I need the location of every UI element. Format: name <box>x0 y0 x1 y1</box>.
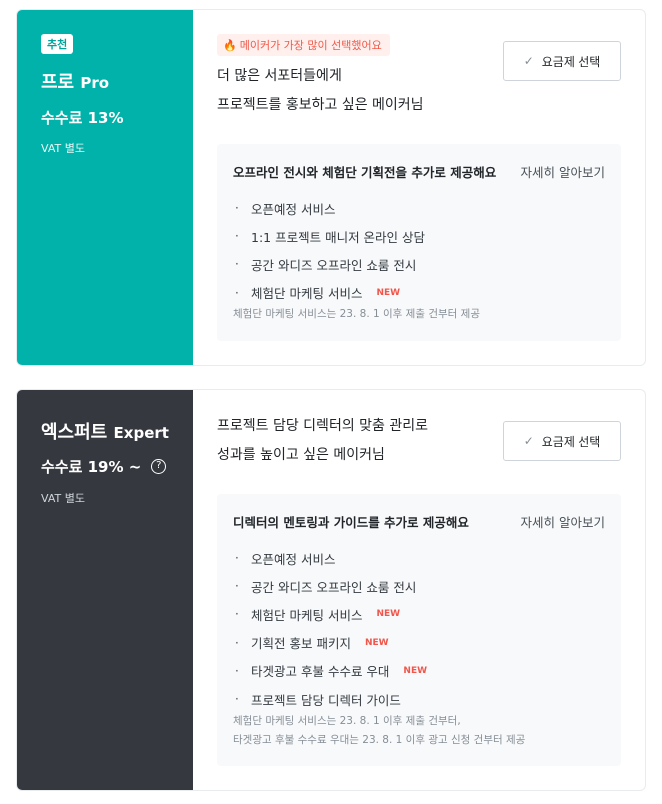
benefit-text: 체험단 마케팅 서비스 <box>251 286 363 302</box>
plan-fee: 수수료 19% ~ ? <box>41 456 167 477</box>
plan-description-line: 성과를 높이고 싶은 메이커님 <box>217 447 385 463</box>
footnote-line: 체험단 마케팅 서비스는 23. 8. 1 이후 제출 건부터, <box>233 715 461 727</box>
vat-note: VAT 별도 <box>41 142 85 155</box>
plan-description: 더 많은 서포터들에게 프로젝트를 홍보하고 싶은 메이커님 <box>217 62 424 120</box>
plan-name-en: Pro <box>80 74 110 92</box>
footnote-line: 체험단 마케팅 서비스는 23. 8. 1 이후 제출 건부터 제공 <box>233 308 480 320</box>
benefit-footnote: 체험단 마케팅 서비스는 23. 8. 1 이후 제출 건부터 제공 <box>233 305 605 324</box>
benefit-footnote: 체험단 마케팅 서비스는 23. 8. 1 이후 제출 건부터, 타겟광고 후불… <box>233 712 605 750</box>
bullet-dot-icon: · <box>235 551 239 566</box>
plan-title: 프로 Pro <box>41 68 109 94</box>
plan-card-expert: 엑스퍼트 Expert 수수료 19% ~ ? VAT 별도 프로젝트 담당 디… <box>16 389 646 791</box>
plan-description-line: 더 많은 서포터들에게 <box>217 68 342 84</box>
benefit-box-header: 디렉터의 멘토링과 가이드를 추가로 제공해요 자세히 알아보기 <box>233 512 605 531</box>
plan-card-pro: 추천 프로 Pro 수수료 13% VAT 별도 🔥 메이커가 가장 많이 선택… <box>16 9 646 366</box>
benefit-item: · 오픈예정 서비스 <box>233 544 605 572</box>
popular-badge-text: 메이커가 가장 많이 선택했어요 <box>239 39 382 52</box>
bullet-dot-icon: · <box>235 579 239 594</box>
plan-main: 프로젝트 담당 디렉터의 맞춤 관리로 성과를 높이고 싶은 메이커님 ✓ 요금… <box>193 390 645 790</box>
plan-name-en: Expert <box>113 424 169 442</box>
check-icon: ✓ <box>523 54 534 68</box>
benefit-box: 오프라인 전시와 체험단 기획전을 추가로 제공해요 자세히 알아보기 · 오픈예… <box>217 144 621 341</box>
bullet-dot-icon: · <box>235 692 239 707</box>
benefit-list: · 오픈예정 서비스 · 1:1 프로젝트 매니저 온라인 상담 · 공간 와디즈 오… <box>233 194 605 307</box>
new-tag: NEW <box>376 287 401 298</box>
benefit-text: 오픈예정 서비스 <box>251 201 336 217</box>
benefit-box-title: 오프라인 전시와 체험단 기획전을 추가로 제공해요 <box>233 165 497 180</box>
plan-title: 엑스퍼트 Expert <box>41 418 169 444</box>
popular-badge: 🔥 메이커가 가장 많이 선택했어요 <box>217 34 390 56</box>
bullet-dot-icon: · <box>235 229 239 244</box>
plan-fee: 수수료 13% <box>41 107 124 128</box>
bullet-dot-icon: · <box>235 257 239 272</box>
plan-fee-text: 수수료 13% <box>41 109 124 127</box>
benefit-text: 1:1 프로젝트 매니저 온라인 상담 <box>251 229 426 245</box>
benefit-item: · 타겟광고 후불 수수료 우대 NEW <box>233 657 605 685</box>
benefit-item: · 오픈예정 서비스 <box>233 194 605 222</box>
benefit-item: · 공간 와디즈 오프라인 쇼룸 전시 <box>233 572 605 600</box>
plan-sidebar: 엑스퍼트 Expert 수수료 19% ~ ? VAT 별도 <box>17 390 193 790</box>
plan-description: 프로젝트 담당 디렉터의 맞춤 관리로 성과를 높이고 싶은 메이커님 <box>217 412 428 470</box>
learn-more-link[interactable]: 자세히 알아보기 <box>521 162 605 181</box>
plan-description-line: 프로젝트를 홍보하고 싶은 메이커님 <box>217 97 424 113</box>
select-plan-label: 요금제 선택 <box>541 434 601 449</box>
footnote-line: 타겟광고 후불 수수료 우대는 23. 8. 1 이후 광고 신청 건부터 제공 <box>233 734 526 746</box>
bullet-dot-icon: · <box>235 201 239 216</box>
plan-name-ko: 프로 <box>41 72 75 93</box>
plan-description-line: 프로젝트 담당 디렉터의 맞춤 관리로 <box>217 418 428 434</box>
benefit-text: 체험단 마케팅 서비스 <box>251 607 363 623</box>
new-tag: NEW <box>403 665 428 676</box>
plan-main: 🔥 메이커가 가장 많이 선택했어요 더 많은 서포터들에게 프로젝트를 홍보하… <box>193 10 645 365</box>
benefit-box-header: 오프라인 전시와 체험단 기획전을 추가로 제공해요 자세히 알아보기 <box>233 162 605 181</box>
new-tag: NEW <box>364 637 389 648</box>
benefit-box: 디렉터의 멘토링과 가이드를 추가로 제공해요 자세히 알아보기 · 오픈예정 서… <box>217 494 621 766</box>
benefit-text: 타겟광고 후불 수수료 우대 <box>251 664 390 680</box>
check-icon: ✓ <box>523 434 534 448</box>
benefit-item: · 공간 와디즈 오프라인 쇼룸 전시 <box>233 250 605 278</box>
benefit-text: 오픈예정 서비스 <box>251 551 336 567</box>
learn-more-link[interactable]: 자세히 알아보기 <box>521 512 605 531</box>
benefit-text: 기획전 홍보 패키지 <box>251 636 351 652</box>
plan-name-ko: 엑스퍼트 <box>41 422 108 443</box>
benefit-item: · 기획전 홍보 패키지 NEW <box>233 629 605 657</box>
new-tag: NEW <box>376 609 401 620</box>
benefit-item: · 1:1 프로젝트 매니저 온라인 상담 <box>233 222 605 250</box>
fire-icon: 🔥 <box>223 38 237 52</box>
plan-sidebar: 추천 프로 Pro 수수료 13% VAT 별도 <box>17 10 193 365</box>
benefit-list: · 오픈예정 서비스 · 공간 와디즈 오프라인 쇼룸 전시 · 체험단 마케팅 서비… <box>233 544 605 713</box>
help-circle-icon[interactable]: ? <box>151 459 167 474</box>
vat-note: VAT 별도 <box>41 492 85 505</box>
benefit-text: 공간 와디즈 오프라인 쇼룸 전시 <box>251 257 417 273</box>
plan-fee-text: 수수료 19% ~ <box>41 458 142 476</box>
recommended-badge: 추천 <box>41 34 74 54</box>
select-plan-label: 요금제 선택 <box>541 54 601 69</box>
benefit-item: · 프로젝트 담당 디렉터 가이드 <box>233 685 605 713</box>
benefit-box-title: 디렉터의 멘토링과 가이드를 추가로 제공해요 <box>233 515 469 530</box>
bullet-dot-icon: · <box>235 663 239 678</box>
benefit-item: · 체험단 마케팅 서비스 NEW <box>233 279 605 307</box>
bullet-dot-icon: · <box>235 285 239 300</box>
select-plan-button-expert[interactable]: ✓ 요금제 선택 <box>503 421 621 461</box>
select-plan-button-pro[interactable]: ✓ 요금제 선택 <box>503 41 621 81</box>
bullet-dot-icon: · <box>235 607 239 622</box>
bullet-dot-icon: · <box>235 635 239 650</box>
benefit-item: · 체험단 마케팅 서비스 NEW <box>233 600 605 628</box>
benefit-text: 프로젝트 담당 디렉터 가이드 <box>251 692 401 708</box>
benefit-text: 공간 와디즈 오프라인 쇼룸 전시 <box>251 579 417 595</box>
